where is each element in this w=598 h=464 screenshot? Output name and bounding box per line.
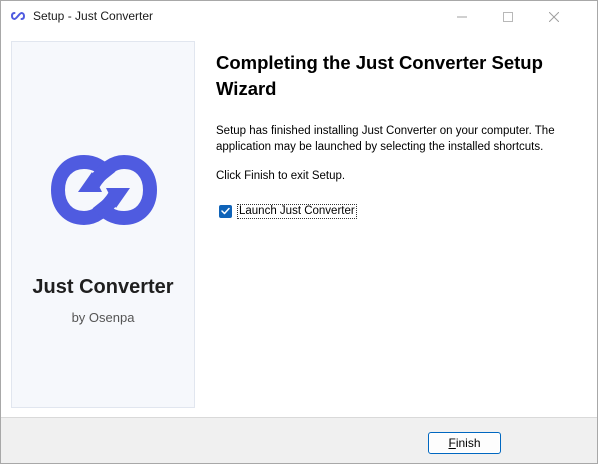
minimize-icon xyxy=(457,16,467,17)
product-publisher: by Osenpa xyxy=(71,310,135,325)
maximize-icon xyxy=(503,11,513,22)
title-bar[interactable]: Setup - Just Converter xyxy=(1,1,597,32)
page-title: Completing the Just Converter Setup Wiza… xyxy=(216,52,543,99)
close-button[interactable] xyxy=(531,1,577,32)
close-icon xyxy=(549,11,559,22)
finish-label-rest: inish xyxy=(455,436,481,450)
minimize-button[interactable] xyxy=(439,1,485,32)
brand-panel: Just Converter by Osenpa xyxy=(11,41,195,408)
launch-checkbox-label[interactable]: Launch Just Converter xyxy=(237,203,357,219)
infinity-arrows-icon xyxy=(11,11,25,21)
finish-instruction: Click Finish to exit Setup. xyxy=(216,170,346,182)
window-title: Setup - Just Converter xyxy=(33,9,154,23)
button-bar: Finish xyxy=(1,417,597,463)
maximize-button[interactable] xyxy=(485,1,531,32)
infinity-arrows-logo xyxy=(50,154,158,226)
checkmark-icon xyxy=(221,207,230,215)
finish-button[interactable]: Finish xyxy=(428,432,501,454)
setup-window: Setup - Just Converter Just Converter by… xyxy=(0,0,598,464)
launch-checkbox[interactable] xyxy=(219,204,232,218)
completion-description: Setup has finished installing Just Conve… xyxy=(216,125,555,153)
finish-accelerator: F xyxy=(448,436,456,450)
launch-checkbox-row[interactable]: Launch Just Converter xyxy=(219,203,357,219)
product-name: Just Converter xyxy=(32,276,174,298)
